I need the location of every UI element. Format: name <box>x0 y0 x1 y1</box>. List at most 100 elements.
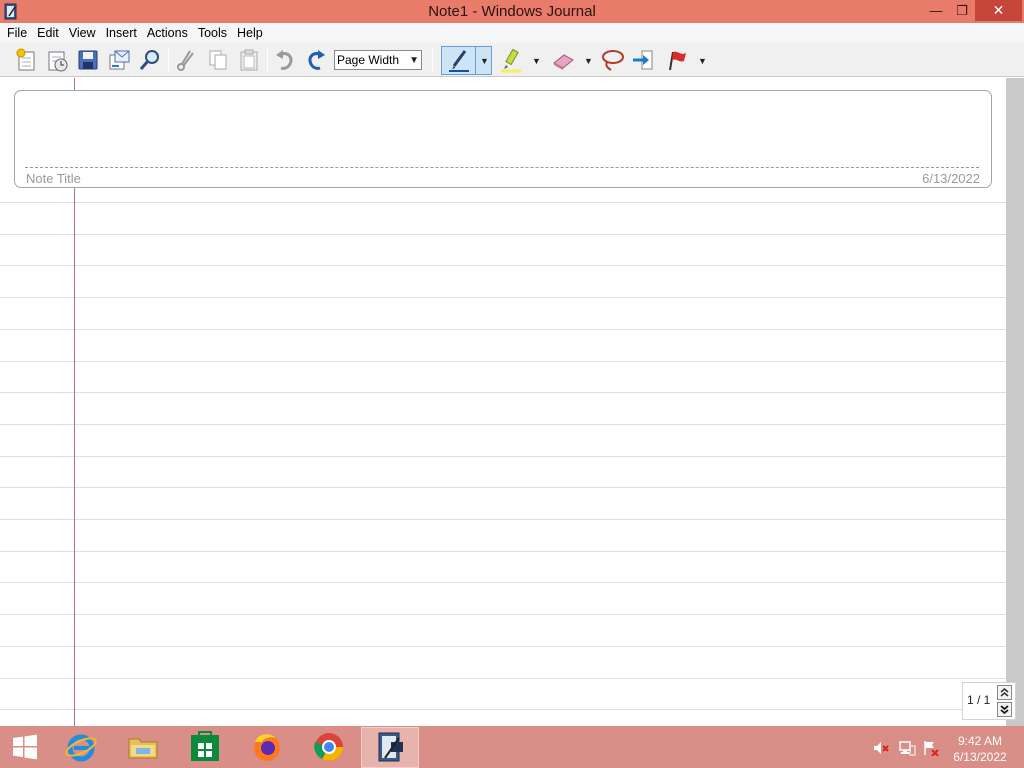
ruled-line <box>0 424 1006 425</box>
taskbar-clock[interactable]: 9:42 AM 6/13/2022 <box>946 733 1014 765</box>
chrome-icon <box>314 733 343 761</box>
redo-button[interactable] <box>302 46 330 74</box>
insert-space-tool[interactable] <box>628 46 658 74</box>
file-explorer-button[interactable] <box>123 729 163 765</box>
next-page-button[interactable] <box>997 702 1012 717</box>
flag-icon <box>669 51 686 71</box>
magnifier-icon <box>139 50 159 70</box>
copy-icon <box>209 50 227 70</box>
pen-tool[interactable] <box>444 46 474 74</box>
ruled-line <box>0 551 1006 552</box>
pen-button-divider <box>475 47 476 74</box>
title-bar: Note1 - Windows Journal — ❐ ✕ <box>0 0 1024 23</box>
ruled-line <box>0 456 1006 457</box>
restore-button[interactable]: ❐ <box>948 0 976 21</box>
note-title-area[interactable]: Note Title 6/13/2022 <box>14 90 992 188</box>
menu-help[interactable]: Help <box>232 23 268 43</box>
highlighter-dropdown-icon[interactable]: ▼ <box>532 56 541 66</box>
send-email-icon <box>109 50 130 70</box>
window-title: Note1 - Windows Journal <box>428 3 596 20</box>
firefox-icon <box>254 734 280 761</box>
template-icon <box>48 51 68 72</box>
previous-page-button[interactable] <box>997 685 1012 700</box>
clock-time: 9:42 AM <box>957 734 1003 748</box>
menu-file[interactable]: File <box>2 23 32 43</box>
save-icon <box>78 50 98 70</box>
lasso-select-tool[interactable] <box>597 46 627 74</box>
menu-view[interactable]: View <box>64 23 101 43</box>
insert-space-icon <box>633 50 653 70</box>
new-note-button[interactable] <box>12 46 40 74</box>
close-button[interactable]: ✕ <box>975 0 1022 21</box>
chrome-button[interactable] <box>309 729 349 765</box>
store-icon <box>191 731 219 761</box>
vertical-scrollbar[interactable] <box>1006 78 1024 726</box>
windows-journal-icon <box>378 732 403 762</box>
action-center-flag-icon[interactable] <box>922 740 940 756</box>
note-date: 6/13/2022 <box>922 171 980 186</box>
copy-button[interactable] <box>204 46 232 74</box>
eraser-icon <box>553 54 574 70</box>
ruled-line <box>0 678 1006 679</box>
ruled-line <box>0 519 1006 520</box>
store-button[interactable] <box>185 729 225 765</box>
zoom-select[interactable]: Page Width ▼ <box>334 50 422 70</box>
page-indicator: 1 / 1 <box>962 682 1016 720</box>
new-from-template-button[interactable] <box>43 46 71 74</box>
ruled-line <box>0 487 1006 488</box>
toolbar-separator <box>432 49 433 71</box>
undo-button[interactable] <box>271 46 299 74</box>
note-page[interactable]: Note Title 6/13/2022 <box>0 78 1006 726</box>
menu-actions[interactable]: Actions <box>142 23 193 43</box>
lasso-icon <box>602 50 624 71</box>
find-button[interactable] <box>136 46 164 74</box>
new-note-icon <box>16 48 35 71</box>
internet-explorer-icon <box>65 734 97 762</box>
eraser-tool[interactable] <box>548 46 578 74</box>
ruled-line <box>0 361 1006 362</box>
double-chevron-up-icon <box>1000 688 1009 697</box>
ruled-line <box>0 329 1006 330</box>
flag-dropdown-icon[interactable]: ▼ <box>698 56 707 66</box>
ruled-line <box>0 392 1006 393</box>
chevron-down-icon: ▼ <box>409 55 419 66</box>
ruled-line <box>0 646 1006 647</box>
title-divider <box>25 167 979 168</box>
paste-button[interactable] <box>235 46 263 74</box>
eraser-dropdown-icon[interactable]: ▼ <box>584 56 593 66</box>
speaker-muted-icon[interactable] <box>872 740 890 756</box>
menu-edit[interactable]: Edit <box>32 23 64 43</box>
start-button[interactable] <box>5 729 45 765</box>
menu-bar: File Edit View Insert Actions Tools Help <box>0 23 1024 43</box>
note-title-label: Note Title <box>26 171 81 186</box>
double-chevron-down-icon <box>1000 705 1009 715</box>
highlighter-icon <box>501 48 521 73</box>
ruled-line <box>0 265 1006 266</box>
menu-insert[interactable]: Insert <box>101 23 142 43</box>
page-count: 1 / 1 <box>967 693 991 707</box>
clipboard-icon <box>240 49 258 71</box>
pen-dropdown-icon[interactable]: ▼ <box>480 56 489 66</box>
network-icon[interactable] <box>898 740 916 756</box>
windows-logo-icon <box>13 734 37 760</box>
ruled-line <box>0 614 1006 615</box>
cut-button[interactable] <box>172 46 200 74</box>
ruled-line <box>0 234 1006 235</box>
flag-tool[interactable] <box>663 46 693 74</box>
internet-explorer-button[interactable] <box>61 729 101 765</box>
pen-icon <box>449 50 469 72</box>
save-button[interactable] <box>74 46 102 74</box>
menu-tools[interactable]: Tools <box>193 23 232 43</box>
firefox-button[interactable] <box>247 729 287 765</box>
windows-journal-taskbar-button[interactable] <box>370 729 410 765</box>
clock-date: 6/13/2022 <box>953 750 1007 764</box>
highlighter-tool[interactable] <box>496 46 526 74</box>
undo-icon <box>276 50 293 70</box>
ruled-line <box>0 202 1006 203</box>
ruled-line <box>0 582 1006 583</box>
send-email-button[interactable] <box>105 46 133 74</box>
ruled-line <box>0 297 1006 298</box>
toolbar-separator <box>168 49 169 71</box>
folder-icon <box>128 738 158 759</box>
ruled-line <box>0 709 1006 710</box>
